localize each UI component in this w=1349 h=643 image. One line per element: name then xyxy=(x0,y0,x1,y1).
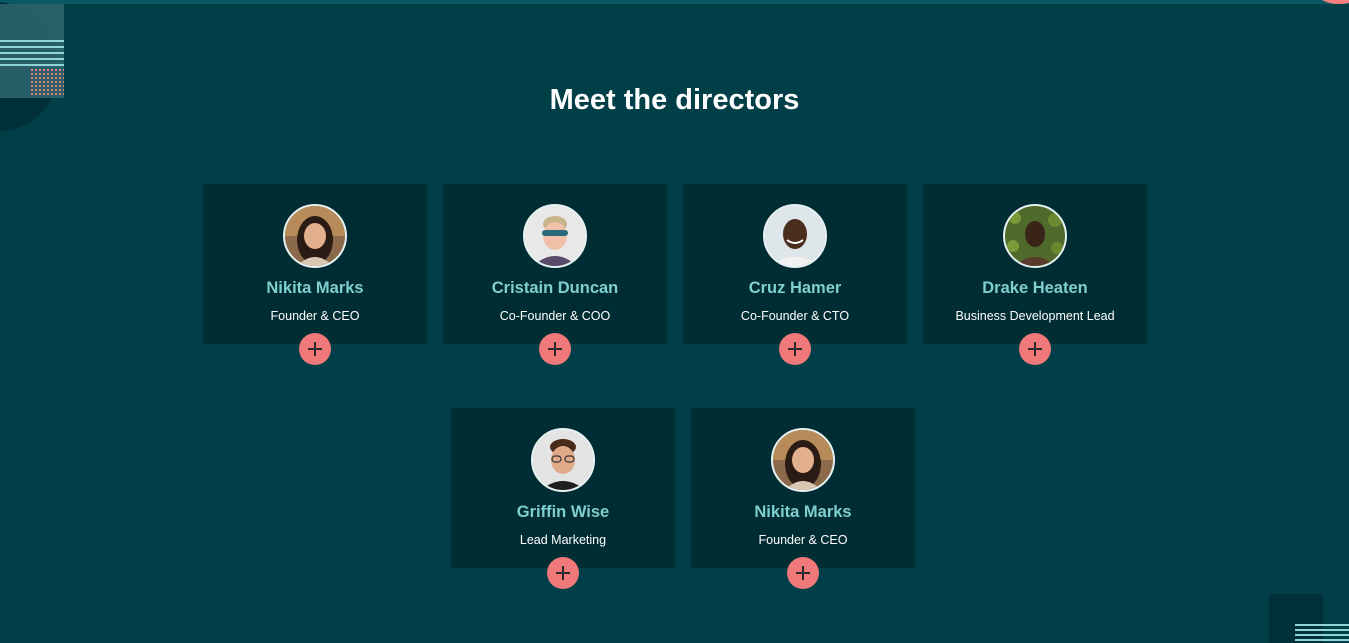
director-card: Griffin Wise Lead Marketing xyxy=(451,408,675,589)
director-avatar xyxy=(531,428,595,492)
director-avatar xyxy=(771,428,835,492)
director-name: Drake Heaten xyxy=(982,279,1088,297)
expand-button[interactable] xyxy=(547,557,579,589)
director-role: Founder & CEO xyxy=(758,533,848,547)
director-name: Nikita Marks xyxy=(266,279,364,297)
expand-button[interactable] xyxy=(539,333,571,365)
director-avatar xyxy=(523,204,587,268)
director-avatar xyxy=(1003,204,1067,268)
director-name: Cristain Duncan xyxy=(491,279,619,297)
director-name: Griffin Wise xyxy=(516,503,610,521)
director-card: Cristain Duncan Co-Founder & COO xyxy=(443,184,667,365)
decorative-pattern-bottom-right xyxy=(1269,594,1349,643)
director-name: Nikita Marks xyxy=(754,503,852,521)
director-card: Drake Heaten Business Development Lead xyxy=(923,184,1147,365)
director-avatar xyxy=(763,204,827,268)
director-card: Nikita Marks Founder & CEO xyxy=(691,408,915,589)
director-role: Business Development Lead xyxy=(955,309,1115,323)
director-avatar xyxy=(283,204,347,268)
expand-button[interactable] xyxy=(1019,333,1051,365)
director-role: Founder & CEO xyxy=(270,309,360,323)
director-card: Nikita Marks Founder & CEO xyxy=(203,184,427,365)
expand-button[interactable] xyxy=(299,333,331,365)
top-strip xyxy=(0,0,1349,4)
expand-button[interactable] xyxy=(779,333,811,365)
director-role: Co-Founder & CTO xyxy=(740,309,850,323)
section-title: Meet the directors xyxy=(549,84,800,116)
director-name: Cruz Hamer xyxy=(748,279,842,297)
director-card: Cruz Hamer Co-Founder & CTO xyxy=(683,184,907,365)
expand-button[interactable] xyxy=(787,557,819,589)
director-role: Co-Founder & COO xyxy=(499,309,611,323)
director-role: Lead Marketing xyxy=(519,533,607,547)
